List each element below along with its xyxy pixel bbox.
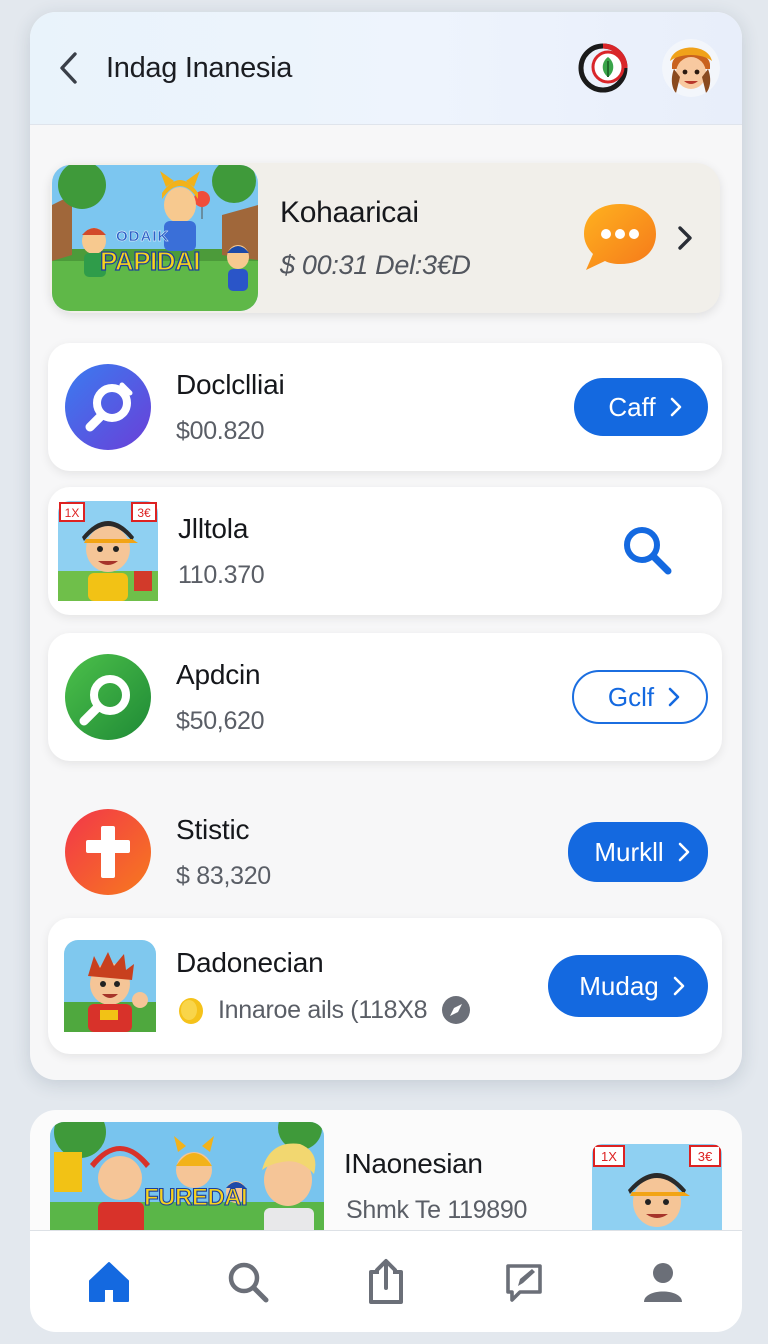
list-item-price: Innaroe ails (118X8 — [218, 995, 428, 1024]
featured-chevron[interactable] — [670, 218, 700, 258]
svg-text:3€: 3€ — [137, 506, 151, 520]
hero-app-icon — [64, 940, 156, 1032]
home-icon — [89, 1261, 130, 1302]
chevron-right-icon — [678, 842, 689, 862]
svg-text:1X: 1X — [601, 1149, 617, 1164]
secondary-thumbnail: 1X 3€ — [592, 1144, 722, 1240]
nav-home[interactable] — [74, 1247, 144, 1317]
app-icon — [64, 808, 152, 896]
list-item-price: $00.820 — [176, 416, 265, 445]
featured-price: $ 00:31 Del:3€D — [280, 249, 471, 280]
chevron-right-icon — [670, 397, 681, 417]
nav-search[interactable] — [213, 1247, 283, 1317]
list-item[interactable]: Apdcin $50,620 Gclf — [48, 633, 722, 761]
character-app-icon: 1X 3€ — [592, 1144, 722, 1240]
list-item-name: Doclclliai — [176, 368, 285, 400]
list-item-name: Jlltola — [178, 512, 249, 544]
list-item-name: Stistic — [176, 813, 250, 845]
featured-image-caption-top: ODAIK — [116, 228, 170, 245]
caff-button[interactable]: Caff — [574, 378, 708, 436]
button-label: Gclf — [607, 681, 655, 712]
list-item-name: Apdcin — [176, 658, 261, 690]
chat-button[interactable] — [580, 200, 660, 276]
top-bar: Indag Inanesia — [30, 12, 742, 125]
edit-icon — [506, 1263, 543, 1302]
page-title: Indag Inanesia — [106, 51, 293, 84]
svg-text:3€: 3€ — [698, 1149, 713, 1164]
user-avatar-icon — [662, 39, 720, 97]
app-icon — [64, 363, 152, 451]
avatar[interactable] — [662, 39, 720, 97]
chat-bubble-icon — [584, 204, 656, 270]
nav-profile[interactable] — [628, 1247, 698, 1317]
nav-share[interactable] — [351, 1247, 421, 1317]
nav-compose[interactable] — [489, 1247, 559, 1317]
search-button[interactable] — [616, 519, 680, 583]
gclf-button[interactable]: Gclf — [572, 670, 708, 724]
cross-app-icon — [65, 809, 151, 895]
list-item-text: Doclclliai $00.820 — [176, 369, 574, 446]
compass-icon — [442, 996, 471, 1024]
secondary-card[interactable]: FUREDAI INaonesian Shmk Te 119890 1X 3€ — [30, 1110, 742, 1240]
featured-card[interactable]: ODAIK PAPIDAI Kohaaricai $ 00:31 Del:3€D — [50, 163, 720, 313]
coin-icon — [179, 998, 203, 1024]
search-icon — [624, 527, 672, 575]
secondary-subtitle: Shmk Te 119890 — [346, 1196, 528, 1224]
list-item-price: 110.370 — [178, 560, 265, 589]
search-circle-icon — [65, 364, 151, 450]
badge-button[interactable] — [576, 41, 630, 95]
list-item-text: Apdcin $50,620 — [176, 659, 572, 736]
list-item-text: Dadonecian Innaroe ails (118X8 — [176, 947, 548, 1025]
featured-info: Kohaaricai $ 00:31 Del:3€D — [280, 196, 580, 281]
button-label: Murkll — [594, 836, 664, 867]
mudag-button[interactable]: Mudag — [548, 955, 708, 1017]
app-icon: 1X 3€ — [58, 501, 158, 601]
chevron-right-icon — [668, 687, 680, 707]
chevron-right-icon — [678, 226, 692, 250]
secondary-name: INaonesian — [344, 1148, 483, 1179]
main-panel: Indag Inanesia ODAIK PAPIDAI Kohaaricai … — [30, 12, 742, 1080]
list-item[interactable]: Dadonecian Innaroe ails (118X8 Mudag — [48, 918, 722, 1054]
chevron-right-icon — [673, 976, 685, 996]
chevron-left-icon — [60, 52, 77, 84]
secondary-image-caption: FUREDAI — [143, 1183, 248, 1211]
list-item-price: $ 83,320 — [176, 861, 271, 890]
button-label: Mudag — [579, 970, 659, 1001]
featured-image: ODAIK PAPIDAI — [52, 165, 258, 311]
search-icon — [228, 1262, 269, 1302]
list-item-text: Stistic $ 83,320 — [176, 814, 568, 891]
green-search-icon — [65, 654, 151, 740]
app-icon — [64, 940, 156, 1032]
back-button[interactable] — [54, 48, 84, 88]
app-icon — [64, 653, 152, 741]
person-icon — [643, 1262, 682, 1302]
list-item-meta: Innaroe ails (118X8 — [176, 995, 548, 1025]
list-item-name: Dadonecian — [176, 947, 324, 978]
list-item[interactable]: Doclclliai $00.820 Caff — [48, 343, 722, 471]
secondary-image: FUREDAI — [50, 1122, 324, 1240]
list-item[interactable]: Stistic $ 83,320 Murkll — [48, 788, 722, 916]
list-item[interactable]: 1X 3€ Jlltola 110.370 — [48, 487, 722, 615]
leaf-badge-icon — [578, 43, 628, 93]
list-item-text: Jlltola 110.370 — [178, 513, 616, 590]
share-icon — [368, 1258, 403, 1304]
featured-image-caption: PAPIDAI — [99, 245, 201, 276]
bottom-nav — [30, 1230, 742, 1332]
murkll-button[interactable]: Murkll — [568, 822, 708, 882]
button-label: Caff — [608, 391, 656, 422]
list-item-price: $50,620 — [176, 706, 265, 735]
svg-text:1X: 1X — [65, 506, 80, 520]
character-app-icon: 1X 3€ — [58, 501, 158, 601]
featured-name: Kohaaricai — [280, 195, 419, 229]
